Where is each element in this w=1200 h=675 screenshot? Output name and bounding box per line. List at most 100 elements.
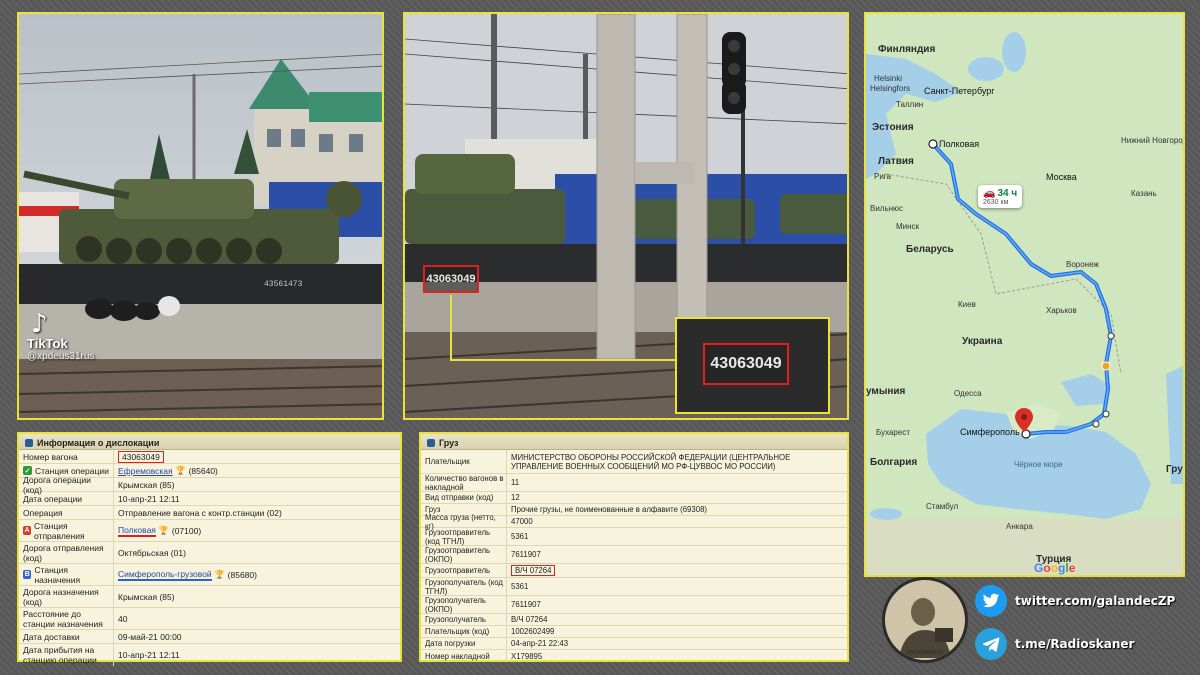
row-key: Дата доставки [19, 630, 114, 643]
twitter-link[interactable]: twitter.com/galandecZP [975, 585, 1175, 617]
table-header-icon [427, 438, 435, 447]
row-key: Дорога отправления (код) [19, 542, 114, 563]
trophy-icon: 🏆 [175, 466, 186, 475]
label-ukraine: Украина [962, 336, 1003, 347]
row-key: Грузоотправитель [421, 564, 507, 577]
label-voronezh: Воронеж [1066, 260, 1099, 269]
route-map: Финляндия Helsinki Helsingfors Таллин Са… [864, 12, 1185, 577]
row-key: Операция [19, 506, 114, 519]
row-key: Грузоотправитель (код ТГНЛ) [421, 528, 507, 546]
row-key: Грузополучатель [421, 614, 507, 625]
table-row: Грузоотправитель В/Ч 07264 [421, 564, 847, 578]
telegram-link[interactable]: t.me/Radioskaner [975, 628, 1134, 660]
label-bulgaria: Болгария [870, 457, 918, 468]
destination-station-link[interactable]: Симферополь-грузовой [118, 569, 212, 581]
telegram-icon [975, 628, 1007, 660]
table-row: Грузоотправитель (ОКПО) 7611907 [421, 546, 847, 564]
table-row: Дата погрузки 04-апр-21 22:43 [421, 638, 847, 650]
table-header-icon [25, 438, 33, 447]
tiktok-icon: ♪ [31, 309, 48, 339]
label-istanbul: Стамбул [926, 502, 959, 511]
operation-station-link[interactable]: Ефремовская [118, 466, 173, 476]
departure-icon: A [23, 526, 32, 535]
row-key: Дорога назначения (код) [19, 586, 114, 607]
label-kharkiv: Харьков [1046, 306, 1077, 315]
wagon-number-zoom-highlight: 43063049 [703, 343, 789, 385]
label-helsingfors: Helsingfors [870, 84, 911, 93]
table-row: Дорога отправления (код) Октябрьская (01… [19, 542, 400, 564]
label-minsk: Минск [896, 222, 920, 231]
wagon-marking-text: 43561473 [264, 280, 303, 289]
table-row: Грузополучатель (код ТГНЛ) 5361 [421, 578, 847, 596]
table-row: Вид отправки (код) 12 [421, 492, 847, 504]
table-row: Расстояние до станции назначения 40 [19, 608, 400, 630]
row-key: Станция отправления [34, 520, 85, 541]
destination-icon: B [23, 570, 32, 579]
cargo-table: Груз Плательщик МИНИСТЕРСТВО ОБОРОНЫ РОС… [419, 432, 849, 662]
row-value: Крымская (85) [118, 479, 175, 490]
label-riga: Рига [874, 172, 891, 181]
wagon-number-zoom: 43063049 [710, 355, 782, 372]
table-row: Номер накладной Х179895 [421, 650, 847, 662]
label-vilnius: Вильнюс [870, 204, 904, 213]
avatar: RADIOSKANER [882, 577, 968, 663]
row-key: Дорога операции (код) [19, 475, 114, 495]
row-key: Грузоотправитель (ОКПО) [421, 546, 507, 564]
zoom-inset: 43063049 [675, 317, 830, 414]
row-value: 09-май-21 00:00 [118, 631, 182, 642]
row-value: 12 [511, 493, 520, 502]
car-icon: 🚗 [983, 188, 996, 199]
tiktok-logo-text: TikTok [27, 336, 68, 351]
table-row: Дорога операции (код) Крымская (85) [19, 475, 400, 495]
row-value: Октябрьская (01) [118, 547, 186, 558]
table-row: Дорога назначения (код) Крымская (85) [19, 586, 400, 608]
row-value: Отправление вагона с контр.станции (02) [118, 507, 282, 518]
wagon-number-value: 43063049 [118, 450, 164, 463]
row-key: Номер накладной [421, 650, 507, 662]
label-romania: умыния [866, 386, 906, 397]
dislocation-title: Информация о дислокации [37, 437, 160, 448]
label-belarus: Беларусь [906, 244, 954, 255]
label-destination: Симферополь [960, 427, 1020, 437]
table-row: Дата операции 10-апр-21 12:11 [19, 492, 400, 506]
row-value: Х179895 [511, 651, 543, 661]
route-info-badge[interactable]: 🚗 34 ч 2630 км [978, 185, 1023, 208]
departure-station-link[interactable]: Полковая [118, 525, 156, 537]
row-extra: (85640) [188, 465, 218, 476]
consignor-value: В/Ч 07264 [511, 565, 556, 576]
twitter-handle: twitter.com/galandecZP [1015, 594, 1176, 608]
row-value: 5361 [511, 582, 529, 591]
table-row: Грузополучатель (ОКПО) 7611907 [421, 596, 847, 614]
row-key: Плательщик (код) [421, 626, 507, 637]
row-key: Количество вагонов в накладной [421, 474, 507, 492]
cargo-title: Груз [439, 437, 459, 448]
row-value: 40 [118, 613, 128, 624]
google-logo: Google [1034, 561, 1076, 575]
route-distance: 2630 км [983, 199, 1009, 206]
row-value: В/Ч 07264 [511, 615, 548, 624]
row-value: 04-апр-21 22:43 [511, 639, 569, 648]
row-extra: (85680) [227, 569, 257, 580]
row-value: 5361 [511, 532, 529, 541]
row-value: Прочие грузы, не поименованные в алфавит… [511, 505, 707, 514]
label-moscow: Москва [1046, 172, 1077, 182]
wagon-number-highlight: 43063049 [423, 265, 479, 293]
label-kiev: Киев [958, 300, 976, 309]
avatar-caption: RADIOSKANER [907, 650, 944, 656]
table-row: Масса груза (нетто, кг) 47000 [421, 513, 847, 531]
row-value: 10-апр-21 12:11 [118, 493, 180, 504]
row-key: Плательщик [421, 450, 507, 473]
dislocation-header: Информация о дислокации [19, 434, 400, 450]
wagon-number-small: 43063049 [426, 273, 476, 285]
label-estonia: Эстония [872, 122, 914, 133]
label-georgia: Гру [1166, 464, 1183, 475]
row-value: 7611907 [511, 550, 541, 559]
map-land-shapes [866, 14, 1183, 575]
label-spb: Санкт-Петербург [924, 86, 995, 96]
row-key: Грузополучатель (код ТГНЛ) [421, 578, 507, 596]
label-ankara: Анкара [1006, 522, 1033, 531]
tiktok-username: @xpdeus31rus [27, 351, 95, 362]
trophy-icon: 🏆 [158, 526, 169, 535]
row-key: Дата операции [19, 492, 114, 505]
label-origin: Полковая [939, 139, 980, 149]
